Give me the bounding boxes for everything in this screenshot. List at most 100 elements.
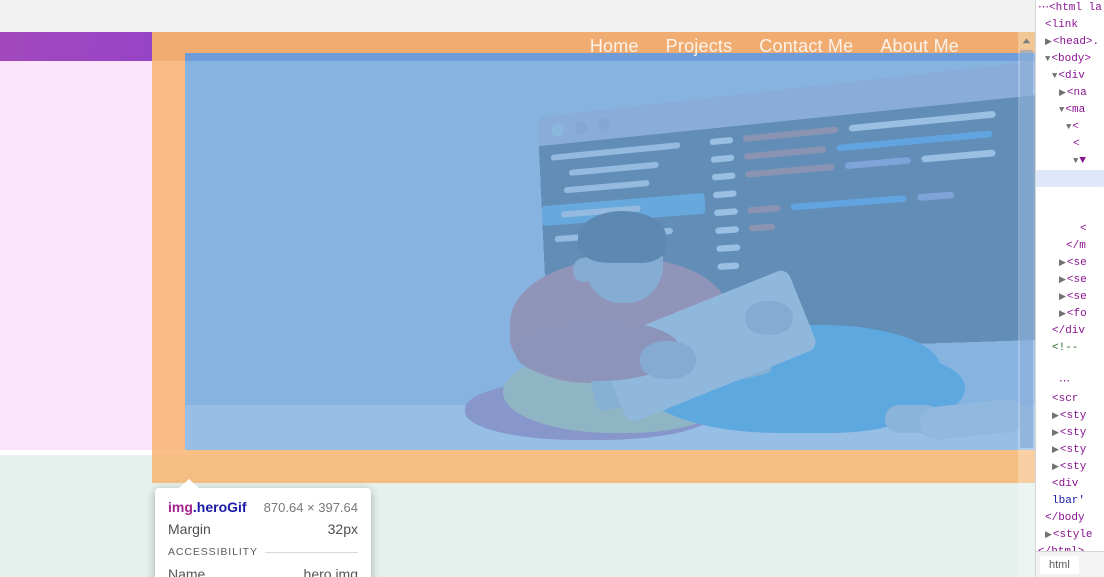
dom-tree-row[interactable]: < xyxy=(1036,221,1104,238)
dom-tree-row[interactable] xyxy=(1036,357,1104,374)
dom-tree-row[interactable]: ▶<na xyxy=(1036,85,1104,102)
tooltip-selector: img.heroGif xyxy=(168,499,247,515)
dom-tree-row[interactable]: ▶<se xyxy=(1036,289,1104,306)
dom-tree-row-text: ▼ xyxy=(1079,155,1086,167)
chevron-right-icon[interactable]: ▶ xyxy=(1052,462,1059,472)
editor-code-token xyxy=(921,149,996,162)
breadcrumb-item-html[interactable]: html xyxy=(1040,556,1079,574)
editor-code-token xyxy=(917,191,954,201)
dom-tree-row-text: <body> xyxy=(1051,53,1091,65)
dom-tree-row[interactable]: lbar' xyxy=(1036,493,1104,510)
dom-tree-row[interactable]: </body xyxy=(1036,510,1104,527)
dom-tree-row-text: <style xyxy=(1053,529,1093,541)
nav-link-projects[interactable]: Projects xyxy=(666,36,733,57)
dom-tree-row[interactable]: ⋯<html la xyxy=(1036,0,1104,17)
tooltip-dimensions: 870.64 × 397.64 xyxy=(264,500,358,515)
dom-tree-row[interactable]: < xyxy=(1036,136,1104,153)
chevron-right-icon[interactable]: ▶ xyxy=(1059,309,1066,319)
dom-tree-row[interactable]: </div xyxy=(1036,323,1104,340)
dom-tree-row[interactable]: ▶<sty xyxy=(1036,459,1104,476)
dom-tree-row[interactable]: ▼<body> xyxy=(1036,51,1104,68)
dom-tree-row-text: <head>. xyxy=(1053,36,1099,48)
chevron-right-icon[interactable]: ▶ xyxy=(1052,411,1059,421)
chevron-down-icon[interactable]: ▼ xyxy=(1059,105,1064,115)
editor-code-token xyxy=(717,262,739,270)
navbar-links: Home Projects Contact Me About Me xyxy=(590,32,1025,61)
chevron-right-icon[interactable]: ▶ xyxy=(1059,258,1066,268)
dom-tree-row-text: ⋯<html la xyxy=(1038,2,1102,14)
dom-tree-row[interactable]: ▶<style xyxy=(1036,527,1104,544)
chevron-right-icon[interactable]: ▶ xyxy=(1059,292,1066,302)
browser-page-viewport: Home Projects Contact Me About Me img.he… xyxy=(0,0,1035,577)
nav-link-about-me[interactable]: About Me xyxy=(880,36,959,57)
devtools-breadcrumb: html xyxy=(1036,551,1104,577)
nav-link-home[interactable]: Home xyxy=(590,36,639,57)
editor-code-token xyxy=(714,208,738,216)
dom-tree-row-text: ⋯ xyxy=(1059,376,1070,388)
dom-tree-row-text: </div xyxy=(1052,325,1085,337)
nav-link-contact-me[interactable]: Contact Me xyxy=(759,36,853,57)
dom-tree-row-text: < xyxy=(1080,223,1087,235)
dom-tree-row-text: < xyxy=(1073,138,1080,150)
dom-tree-row[interactable] xyxy=(1036,204,1104,221)
chevron-right-icon[interactable]: ▶ xyxy=(1045,530,1052,540)
window-dot-icon xyxy=(574,120,587,134)
tooltip-name-value: hero img xyxy=(304,566,358,577)
tooltip-margin-row: Margin 32px xyxy=(168,521,358,537)
chevron-down-icon[interactable]: ▼ xyxy=(1066,122,1071,132)
dom-tree-row-text: <sty xyxy=(1060,444,1086,456)
editor-code-token xyxy=(743,126,839,142)
dom-tree-row[interactable]: ▶<head>. xyxy=(1036,34,1104,51)
dom-tree-row[interactable]: ▼<div xyxy=(1036,68,1104,85)
dom-tree-row[interactable]: ▶<se xyxy=(1036,272,1104,289)
dom-tree-row-text: <sty xyxy=(1060,461,1086,473)
dom-tree-row-text: <fo xyxy=(1067,308,1087,320)
dom-tree-row[interactable]: ⋯ xyxy=(1036,374,1104,391)
tooltip-name-label: Name xyxy=(168,566,205,577)
dom-tree-row[interactable]: </m xyxy=(1036,238,1104,255)
dom-tree-row[interactable]: ▶<fo xyxy=(1036,306,1104,323)
dom-tree-row-text: <link xyxy=(1045,19,1078,31)
dom-tree-row[interactable]: ▼▼ xyxy=(1036,153,1104,170)
dom-tree-row-text: </body xyxy=(1045,512,1085,524)
editor-code-token xyxy=(712,172,736,180)
editor-code-line xyxy=(711,125,1035,163)
dom-tree-row-text: < xyxy=(1072,121,1079,133)
dom-tree-row[interactable]: ▼<ma xyxy=(1036,102,1104,119)
dom-tree-row[interactable]: ▼< xyxy=(1036,119,1104,136)
tooltip-rule xyxy=(265,552,358,553)
dom-tree-row[interactable]: <!-- xyxy=(1036,340,1104,357)
hero-illustration xyxy=(185,53,1035,450)
dom-tree-row[interactable]: ▶<sty xyxy=(1036,425,1104,442)
chevron-right-icon[interactable]: ▶ xyxy=(1052,428,1059,438)
chevron-right-icon[interactable]: ▶ xyxy=(1059,88,1066,98)
site-logo-block[interactable] xyxy=(0,32,152,61)
dom-tree-row[interactable]: ▶<sty xyxy=(1036,408,1104,425)
editor-code-token xyxy=(747,205,780,214)
editor-sidebar-line xyxy=(569,162,659,176)
tooltip-margin-value: 32px xyxy=(328,521,358,537)
editor-code-token xyxy=(790,195,906,210)
tooltip-name-row: Name hero img xyxy=(168,566,358,577)
dom-tree-row-text: <ma xyxy=(1065,104,1085,116)
devtools-dom-tree[interactable]: ⋯<html la <link ▶<head>. ▼<body> ▼<div ▶<na ▼<… xyxy=(1036,0,1104,552)
dom-tree-row[interactable]: <div xyxy=(1036,476,1104,493)
dom-tree-row-text: </m xyxy=(1066,240,1086,252)
dom-tree-row-selected[interactable] xyxy=(1036,170,1104,187)
chevron-right-icon[interactable]: ▶ xyxy=(1059,275,1066,285)
editor-code-token xyxy=(844,157,910,169)
dom-tree-row[interactable]: ▶<sty xyxy=(1036,442,1104,459)
chevron-right-icon[interactable]: ▶ xyxy=(1045,37,1052,47)
chevron-right-icon[interactable]: ▶ xyxy=(1052,445,1059,455)
dom-tree-row-text: <div xyxy=(1058,70,1084,82)
editor-sidebar-line xyxy=(564,180,650,193)
hero-image-element[interactable] xyxy=(185,53,1035,450)
chevron-down-icon[interactable]: ▼ xyxy=(1052,71,1057,81)
dom-tree-row[interactable] xyxy=(1036,187,1104,204)
chevron-down-icon[interactable]: ▼ xyxy=(1073,156,1078,166)
dom-tree-row[interactable]: <link xyxy=(1036,17,1104,34)
chevron-down-icon[interactable]: ▼ xyxy=(1045,54,1050,64)
scrollbar-thumb[interactable] xyxy=(1020,50,1033,448)
dom-tree-row[interactable]: <scr xyxy=(1036,391,1104,408)
dom-tree-row[interactable]: ▶<se xyxy=(1036,255,1104,272)
